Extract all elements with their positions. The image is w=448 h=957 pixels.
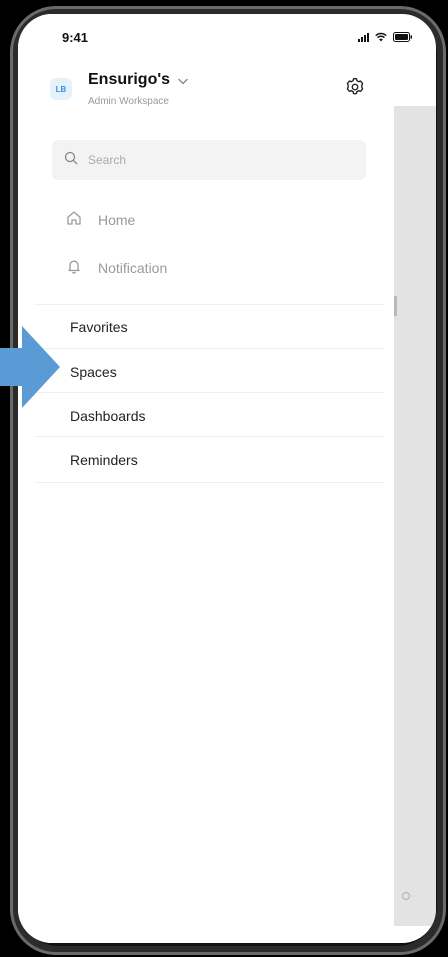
section-item-spaces[interactable]: Spaces (70, 364, 117, 380)
home-icon (66, 210, 82, 229)
section-item-dashboards[interactable]: Dashboards (70, 408, 146, 424)
nav-item-notification[interactable]: Notification (66, 258, 167, 277)
nav-item-label: Notification (98, 259, 168, 276)
workspace-text: Ensurigo's Admin Workspace (88, 70, 188, 107)
background-tab-icon (402, 892, 410, 900)
status-time: 9:41 (62, 30, 89, 45)
status-bar: 9:41 (18, 14, 436, 54)
phone-screen: 9:41 LB Ensurigo's Admin Workspace Searc… (18, 14, 436, 943)
search-bar[interactable] (52, 140, 366, 180)
nav-item-home[interactable]: Home (66, 210, 135, 229)
search-icon (64, 151, 78, 170)
workspace-title-row: Ensurigo's (88, 70, 188, 90)
workspace-subtitle: Admin Workspace (88, 96, 169, 107)
wifi-icon (375, 32, 387, 42)
section-divider (34, 482, 384, 483)
bell-icon (66, 258, 82, 277)
status-icons (358, 30, 413, 42)
background-app-divider (394, 296, 397, 316)
chevron-down-icon (178, 72, 188, 90)
section-divider (34, 348, 384, 349)
search-input[interactable] (86, 152, 350, 168)
background-app-overlay[interactable] (394, 106, 436, 926)
section-item-favorites[interactable]: Favorites (70, 319, 128, 335)
section-divider (34, 304, 384, 305)
side-drawer: 9:41 LB Ensurigo's Admin Workspace Searc… (18, 14, 412, 943)
section-divider (34, 392, 384, 393)
nav-item-label: Home (98, 211, 136, 228)
workspace-switcher[interactable]: LB Ensurigo's Admin Workspace (50, 70, 188, 107)
signal-icon (358, 32, 369, 42)
screenshot-stage: 9:41 LB Ensurigo's Admin Workspace Searc… (0, 0, 448, 957)
gear-icon[interactable] (344, 76, 366, 98)
workspace-avatar: LB (50, 78, 72, 100)
battery-icon (393, 32, 413, 42)
section-item-reminders[interactable]: Reminders (70, 452, 138, 468)
section-divider (34, 436, 384, 437)
pointer-arrow-icon (0, 326, 60, 408)
workspace-name: Ensurigo's (88, 71, 171, 88)
